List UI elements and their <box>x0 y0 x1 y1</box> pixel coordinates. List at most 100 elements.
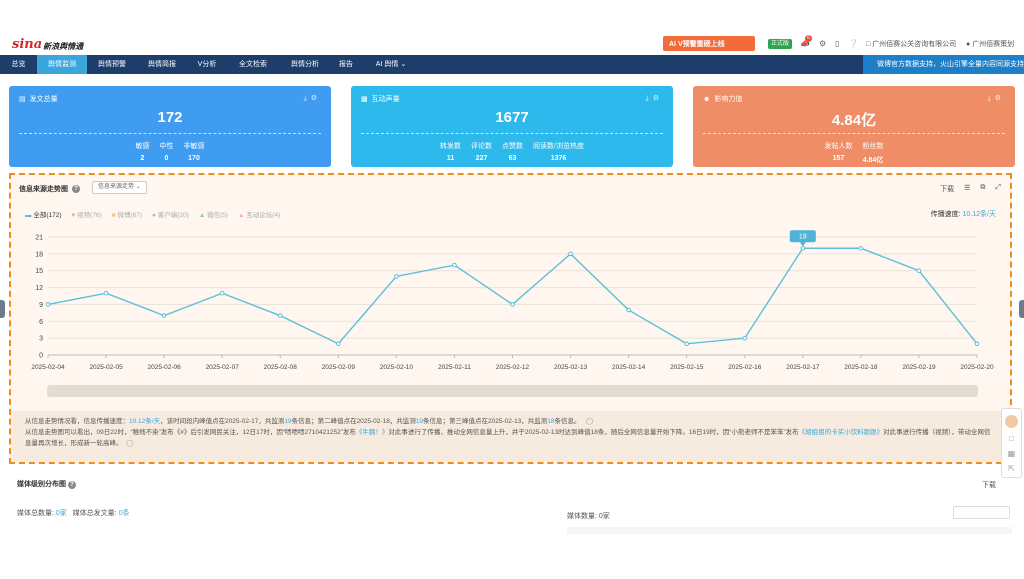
y-tick-label: 3 <box>39 336 43 343</box>
gear-icon[interactable]: ⚙ <box>653 95 663 102</box>
card-interact: ▩ 互动声量 ⤓⚙ 1677 转发数 11 评论数 227 点赞数 63 阅读数/浏览热… <box>351 86 673 167</box>
media-filter-select[interactable] <box>953 506 1010 519</box>
x-tick-label: 2025-02-14 <box>612 364 646 371</box>
trend-notes: 从信息走势情况看，信息传播速度：10.12条/天，该时间段内峰值点在2025-0… <box>11 411 1010 462</box>
data-point <box>161 313 167 318</box>
data-point <box>277 313 283 318</box>
calendar-icon[interactable]: ▦ <box>1008 449 1016 458</box>
card-posts-title: ▤ 发文总量 <box>19 94 58 104</box>
data-point <box>858 245 864 251</box>
nav-fulltext-search[interactable]: 全文检索 <box>227 55 279 74</box>
media-download-button[interactable]: 下载 <box>982 480 996 490</box>
total-media-value: 0家 <box>55 510 67 517</box>
card-posts: ▤ 发文总量 ⤓⚙ 172 敏感 2 中性 0 非敏感 170 <box>9 86 331 167</box>
document-icon[interactable]: □ <box>1009 434 1014 443</box>
note-link[interactable]: 《胡姐姐的卡买小饮料跟跟》 <box>799 429 884 436</box>
media-title-text: 媒体级别分布图 <box>17 481 66 488</box>
peak-tooltip-label: 19 <box>799 234 807 241</box>
nav-ai[interactable]: AI 舆情 ⌄ <box>361 55 421 74</box>
note-text: 从信息走势情况看，信息传播速度： <box>25 418 129 425</box>
y-tick-label: 0 <box>39 353 43 360</box>
trend-chart: 0 3 6 9 12 15 18 21 2025-02-04 2025-02-05 2025-02-… <box>31 230 994 371</box>
stat-value: 227 <box>475 155 488 162</box>
help-icon[interactable]: ? <box>67 481 76 489</box>
assistant-avatar[interactable] <box>1005 415 1018 428</box>
data-point <box>510 302 515 307</box>
trend-panel: 信息来源走势图? 信息来源走势 ⌄ 下载 ☰ ⧉ ⤢ ▬ 全部(172) ♥ 视… <box>9 173 1012 464</box>
data-point <box>103 290 109 296</box>
left-scroll-handle[interactable] <box>0 300 5 318</box>
download-icon[interactable]: ⤓ <box>304 95 311 102</box>
note-link[interactable]: 《牛腩！》 <box>356 429 389 436</box>
user-menu[interactable]: ● 广州佰赛策划 <box>966 39 1014 49</box>
logo[interactable]: sina 新浪舆情通 <box>12 37 83 52</box>
stat-label: 阅读数/浏览热度 <box>533 143 584 150</box>
stat-value: 0 <box>164 155 169 162</box>
mobile-icon[interactable]: ▯ <box>835 39 839 48</box>
data-point <box>626 307 631 313</box>
nav-monitor[interactable]: 舆情监测 <box>37 55 87 74</box>
x-tick-label: 2025-02-10 <box>380 364 414 371</box>
stat-value: 63 <box>508 155 517 162</box>
nav-ai-label: AI 舆情 <box>375 61 399 68</box>
right-scroll-handle[interactable] <box>1019 300 1024 318</box>
nav-overview[interactable]: 总览 <box>0 55 37 74</box>
note-line-1: 从信息走势情况看，信息传播速度：10.12条/天，该时间段内峰值点在2025-0… <box>25 416 996 427</box>
note-text: 条信息；第二峰值点在2025-02-18，共监测 <box>291 418 416 425</box>
copy-icon[interactable]: ◯ <box>124 440 133 447</box>
nav-report[interactable]: 报告 <box>331 55 361 74</box>
note-highlight: 18 <box>547 418 555 425</box>
note-text: 条信息；第三峰值点在2025-02-13，共监测 <box>423 418 548 425</box>
nav-analysis[interactable]: 舆情分析 <box>279 55 331 74</box>
card-influence-title: ☻ 影响力值 <box>703 94 742 104</box>
user-label: 广州佰赛策划 <box>972 41 1015 48</box>
x-tick-label: 2025-02-11 <box>438 364 471 371</box>
export-icon[interactable]: ⇱ <box>1008 464 1015 473</box>
divider <box>19 133 321 134</box>
card-interact-title: ▩ 互动声量 <box>361 94 400 104</box>
card-influence-tools: ⤓⚙ <box>988 94 1005 103</box>
interaction-icon: ▩ <box>361 96 368 103</box>
stat-label: 转发数 <box>440 143 462 150</box>
note-highlight: 19 <box>415 418 424 425</box>
data-point <box>336 341 341 347</box>
help-icon[interactable]: ❔ <box>849 39 859 48</box>
note-highlight: 10.12条/天 <box>129 418 161 425</box>
x-tick-label: 2025-02-18 <box>844 364 878 371</box>
influence-icon: ☻ <box>703 95 711 103</box>
gear-icon[interactable]: ⚙ <box>819 39 826 48</box>
copy-icon[interactable]: ◯ <box>582 418 593 425</box>
card-posts-value: 172 <box>157 109 183 126</box>
note-text: 从信息走势图可以看出，09日22时，“稚贱不染”发布《#》后引发网民关注，12日… <box>25 429 356 436</box>
nav-alert[interactable]: 舆情预警 <box>87 55 137 74</box>
edition-badge[interactable]: 正式版 <box>768 39 793 49</box>
stat-fans: 粉丝数 4.84亿 <box>863 141 884 165</box>
data-point <box>452 262 457 268</box>
stat-reposts: 转发数 11 <box>440 141 461 162</box>
gear-icon[interactable]: ⚙ <box>995 95 1005 102</box>
stat-reads: 阅读数/浏览热度 1376 <box>533 141 584 162</box>
stat-label: 评论数 <box>471 143 493 150</box>
download-icon[interactable]: ⤓ <box>646 95 653 102</box>
company-name[interactable]: □ 广州佰赛公关咨询有限公司 <box>866 39 956 49</box>
data-point <box>974 341 980 347</box>
download-icon[interactable]: ⤓ <box>988 95 995 102</box>
nav-v-analysis[interactable]: V分析 <box>187 55 227 74</box>
divider <box>361 133 663 134</box>
card-posts-stats: 敏感 2 中性 0 非敏感 170 <box>9 141 331 162</box>
nav-notice[interactable]: 微博官方数据支持，火山引擎全量内容同源支持 <box>863 55 1024 74</box>
ai-promo-banner[interactable]: AI V预警重磅上线 <box>663 36 755 51</box>
x-tick-label: 2025-02-13 <box>554 364 588 371</box>
stat-sensitive: 敏感 2 <box>136 141 150 162</box>
divider <box>703 133 1005 134</box>
chevron-down-icon: ⌄ <box>400 61 407 68</box>
x-tick-label: 2025-02-08 <box>264 364 298 371</box>
gear-icon[interactable]: ⚙ <box>311 95 321 102</box>
stat-value: 4.84亿 <box>862 157 884 164</box>
note-text: ，该时间段内峰值点在2025-02-17，共监测 <box>160 418 285 425</box>
stat-label: 中性 <box>159 143 174 150</box>
zoom-slider[interactable] <box>47 385 978 397</box>
card-influence-stats: 发帖人数 157 粉丝数 4.84亿 <box>693 141 1015 165</box>
nav-brief[interactable]: 舆情简报 <box>137 55 187 74</box>
stat-posters: 发帖人数 157 <box>825 141 853 165</box>
